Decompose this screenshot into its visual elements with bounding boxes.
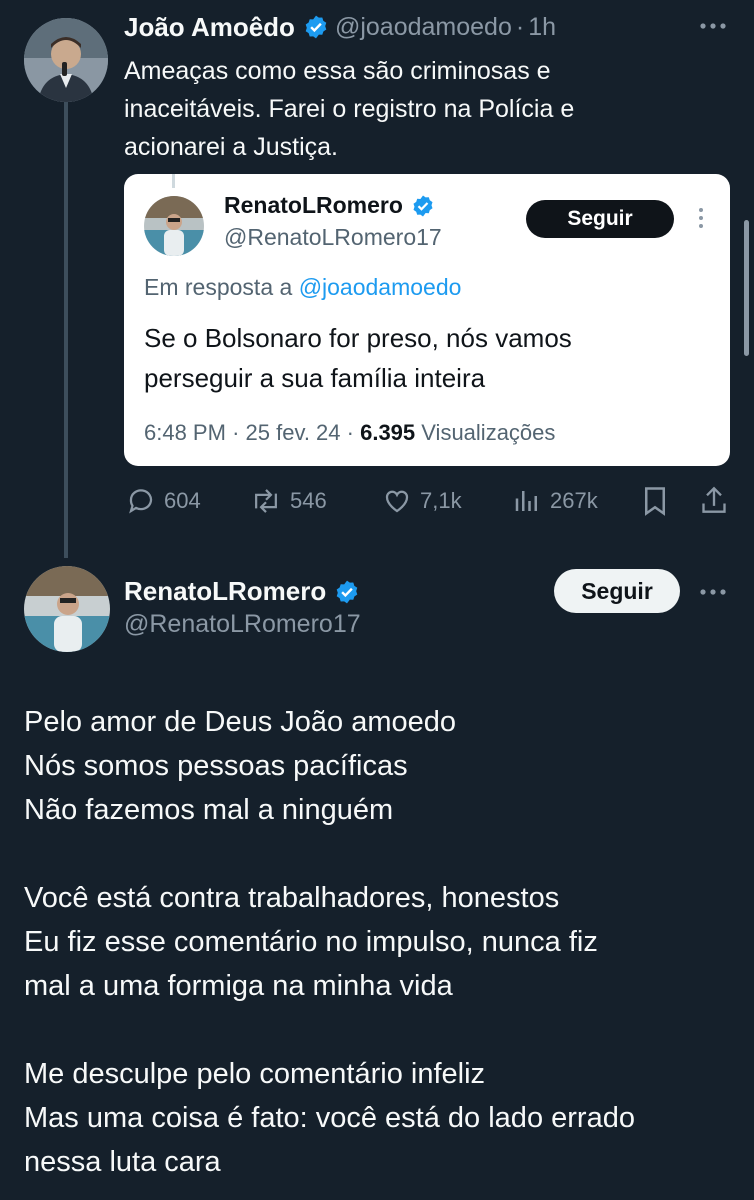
verified-badge-icon	[305, 15, 327, 39]
quoted-tweet-card[interactable]: RenatoLRomero @RenatoLRomero17 Seguir Em…	[124, 174, 730, 466]
heart-icon	[385, 490, 409, 513]
reply-more-icon[interactable]	[697, 578, 729, 611]
quote-header: RenatoLRomero	[224, 192, 435, 219]
reply-to-link: @joaodamoedo	[298, 274, 462, 300]
reply-paragraph-3: Me desculpe pelo comentário infeliz Mas …	[24, 1052, 744, 1184]
avatar-joao-image	[24, 18, 108, 102]
quote-time: 6:48 PM	[144, 420, 226, 445]
reply-text-line: Você está contra trabalhadores, honestos	[24, 882, 560, 914]
reply-text-line: Não fazemos mal a ninguém	[24, 794, 394, 826]
thread-connector-line	[64, 80, 68, 558]
reply-paragraph-1: Pelo amor de Deus João amoedo Nós somos …	[24, 700, 744, 832]
tweet-header: João Amoêdo @joaodamoedo · 1h	[124, 10, 556, 44]
avatar-renato[interactable]	[24, 566, 110, 652]
reply-text-line: Nós somos pessoas pacíficas	[24, 750, 408, 782]
retweet-action[interactable]: 546	[250, 484, 327, 518]
header-separator: ·	[515, 12, 525, 41]
reply-text-line: Me desculpe pelo comentário infeliz	[24, 1058, 486, 1090]
quote-text-line: Se o Bolsonaro for preso, nós vamos	[144, 323, 572, 353]
avatar-joao[interactable]	[24, 18, 108, 102]
share-icon[interactable]	[700, 484, 728, 521]
reply-handle[interactable]: @RenatoLRomero17	[124, 610, 361, 639]
reply-prefix: Em resposta a	[144, 274, 293, 300]
tweet-text-line: inaceitáveis. Farei o registro na Políci…	[124, 95, 575, 123]
tweet-text-line: Ameaças como essa são criminosas e	[124, 57, 551, 85]
reply-text-line: mal a uma formiga na minha vida	[24, 970, 453, 1002]
reply-text-line: Mas uma coisa é fato: você está do lado …	[24, 1102, 635, 1134]
views-action[interactable]: 267k	[512, 484, 598, 518]
verified-badge-icon	[336, 580, 358, 603]
reply-icon	[129, 489, 153, 514]
reply-action[interactable]: 604	[126, 484, 201, 518]
meta-separator: ·	[346, 420, 354, 445]
like-action[interactable]: 7,1k	[382, 484, 462, 518]
quote-avatar	[144, 196, 204, 256]
quote-views-label: Visualizações	[421, 420, 556, 445]
retweet-count: 546	[290, 488, 327, 513]
scrollbar-thumb[interactable]	[744, 220, 749, 356]
tweet-handle[interactable]: @joaodamoedo	[335, 13, 512, 42]
like-count: 7,1k	[420, 488, 462, 513]
reply-text-line: nessa luta cara	[24, 1146, 221, 1178]
verified-badge-icon	[413, 195, 433, 216]
meta-separator: ·	[232, 420, 240, 445]
quote-text-line: perseguir a sua família inteira	[144, 363, 486, 393]
quote-more-icon	[698, 206, 704, 235]
quote-thread-stub	[172, 174, 175, 188]
retweet-icon	[255, 489, 277, 513]
more-dots-icon[interactable]	[697, 12, 729, 46]
quote-views-count: 6.395	[360, 420, 416, 445]
reply-author-name[interactable]: RenatoLRomero	[124, 576, 326, 607]
reply-count: 604	[164, 488, 201, 513]
quote-text: Se o Bolsonaro for preso, nós vamos pers…	[144, 318, 572, 398]
views-count: 267k	[550, 488, 598, 513]
reply-text-line: Eu fiz esse comentário no impulso, nunca…	[24, 926, 598, 958]
reply-text: Pelo amor de Deus João amoedo Nós somos …	[24, 700, 744, 1184]
reply-paragraph-2: Você está contra trabalhadores, honestos…	[24, 876, 744, 1008]
quote-follow-button: Seguir	[526, 200, 674, 238]
bookmark-icon[interactable]	[642, 486, 668, 521]
tweet-text-line: acionarei a Justiça.	[124, 133, 339, 161]
quote-handle: @RenatoLRomero17	[224, 224, 442, 250]
quote-date: 25 fev. 24	[245, 420, 341, 445]
views-chart-icon	[515, 491, 537, 511]
quote-author-name: RenatoLRomero	[224, 192, 403, 218]
tweet-author-name[interactable]: João Amoêdo	[124, 12, 295, 43]
follow-button[interactable]: Seguir	[554, 569, 680, 613]
avatar-renato-image	[24, 566, 110, 652]
tweet-time[interactable]: 1h	[528, 13, 556, 42]
quote-meta: 6:48 PM · 25 fev. 24 · 6.395 Visualizaçõ…	[144, 420, 555, 446]
reply-header: RenatoLRomero	[124, 576, 360, 607]
tweet-text: Ameaças como essa são criminosas e inace…	[124, 52, 724, 166]
quote-reply-context: Em resposta a @joaodamoedo	[144, 274, 461, 301]
reply-text-line: Pelo amor de Deus João amoedo	[24, 706, 457, 738]
